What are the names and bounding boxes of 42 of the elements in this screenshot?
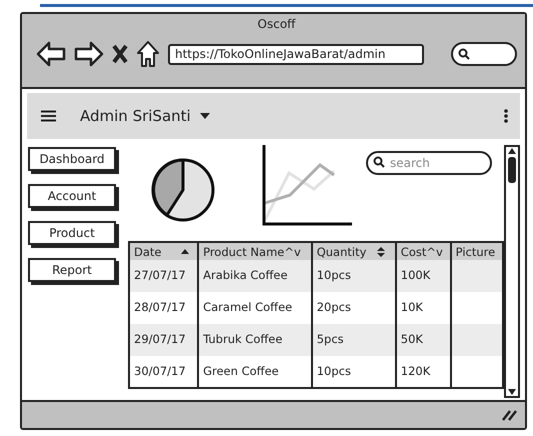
home-icon[interactable] xyxy=(136,40,160,68)
sort-icon[interactable] xyxy=(376,246,386,258)
sidebar-button[interactable]: Account xyxy=(28,184,116,208)
table-cell: Green Coffee xyxy=(198,356,312,388)
column-header[interactable]: Cost^v xyxy=(396,242,451,260)
sidebar-button[interactable]: Dashboard xyxy=(28,147,116,171)
scroll-up-icon[interactable] xyxy=(507,147,517,155)
table-cell: 5pcs xyxy=(312,324,396,356)
search-field[interactable] xyxy=(451,42,517,66)
search-field[interactable]: search xyxy=(366,151,492,175)
table-cell: 10pcs xyxy=(312,260,396,292)
scroll-down-icon[interactable] xyxy=(507,388,517,396)
pie-chart-drawing xyxy=(150,157,216,223)
search-icon xyxy=(373,156,385,168)
caret-icon[interactable] xyxy=(198,112,211,120)
column-header[interactable]: Picture xyxy=(450,242,503,260)
table-cell: 27/07/17 xyxy=(129,260,198,292)
table-cell: Tubruk Coffee xyxy=(198,324,312,356)
column-header[interactable]: Product Name^v xyxy=(198,242,312,260)
table-cell: 120K xyxy=(396,356,451,388)
sidebar-button[interactable]: Product xyxy=(28,221,116,245)
column-header[interactable]: Date xyxy=(129,242,198,260)
search-icon xyxy=(458,48,470,60)
table-cell: 100K xyxy=(396,260,451,292)
sidebar-button[interactable]: Report xyxy=(28,258,116,282)
menu-icon[interactable] xyxy=(41,110,56,122)
scrollbar[interactable] xyxy=(504,145,520,398)
table-cell: 50K xyxy=(396,324,451,356)
table-cell: 30/07/17 xyxy=(129,356,198,388)
address-field[interactable]: https://TokoOnlineJawaBarat/admin xyxy=(168,44,424,64)
more-icon[interactable] xyxy=(504,109,508,123)
table-cell: Arabika Coffee xyxy=(198,260,312,292)
scroll-thumb[interactable] xyxy=(508,157,516,183)
column-header[interactable]: Quantity xyxy=(312,242,396,260)
table-cell: 10pcs xyxy=(312,356,396,388)
forward-icon[interactable] xyxy=(74,41,104,67)
resize-grip-icon[interactable] xyxy=(501,409,517,421)
window-title: Oscoff xyxy=(256,16,297,32)
account-name[interactable]: Admin SriSanti xyxy=(80,104,191,128)
table-cell: 29/07/17 xyxy=(129,324,198,356)
close-icon[interactable] xyxy=(112,44,128,64)
back-icon[interactable] xyxy=(36,41,66,67)
